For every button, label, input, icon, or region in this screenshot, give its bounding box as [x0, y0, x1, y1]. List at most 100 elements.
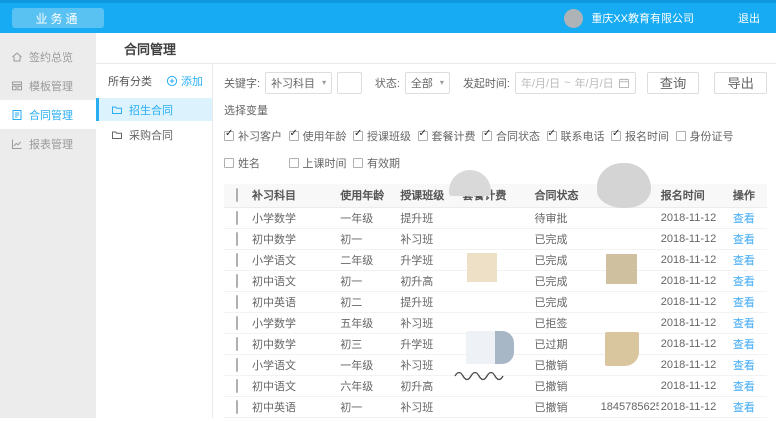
row-checkbox[interactable]	[236, 295, 238, 309]
cell-checkbox	[224, 333, 250, 354]
variable-checkbox[interactable]	[224, 131, 234, 141]
row-checkbox[interactable]	[236, 211, 238, 225]
variable-checkbox[interactable]	[289, 131, 299, 141]
view-link[interactable]: 查看	[733, 276, 755, 288]
variable-label: 使用年龄	[303, 128, 347, 144]
plus-circle-icon	[166, 75, 178, 87]
variable-checkbox[interactable]	[289, 158, 299, 168]
cell-status: 已撤销	[533, 375, 599, 396]
sidebar-item-home[interactable]: 签约总览	[0, 42, 96, 71]
view-link[interactable]: 查看	[733, 213, 755, 225]
category-item-0[interactable]: 招生合同	[96, 98, 212, 121]
cell-class-type: 补习班	[398, 228, 460, 249]
variable-option-row1-7[interactable]: 身份证号	[676, 128, 741, 144]
select-all-checkbox[interactable]	[236, 188, 238, 202]
variable-checkbox[interactable]	[353, 131, 363, 141]
calendar-icon	[618, 77, 630, 89]
row-checkbox[interactable]	[236, 379, 238, 393]
cell-checkbox	[224, 270, 250, 291]
variable-checkbox[interactable]	[418, 131, 428, 141]
variable-checkbox[interactable]	[611, 131, 621, 141]
cell-date: 2018-11-12	[659, 354, 731, 375]
variable-checkbox[interactable]	[676, 131, 686, 141]
row-checkbox[interactable]	[236, 400, 238, 414]
row-checkbox[interactable]	[236, 358, 238, 372]
cell-class-type: 补习班	[398, 312, 460, 333]
view-link[interactable]: 查看	[733, 402, 755, 414]
variable-option-row1-2[interactable]: 授课班级	[353, 128, 418, 144]
variable-option-row1-4[interactable]: 合同状态	[482, 128, 547, 144]
view-link[interactable]: 查看	[733, 381, 755, 393]
app-logo[interactable]: 业务通	[12, 8, 104, 28]
company-name: 重庆XX教育有限公司	[591, 10, 694, 26]
date-end-placeholder: 年/月/日	[575, 75, 614, 91]
variable-option-row2-2[interactable]: 有效期	[353, 155, 418, 171]
cell-phone	[599, 291, 659, 312]
variable-checkbox[interactable]	[547, 131, 557, 141]
cell-class-type: 初升高	[398, 375, 460, 396]
contracts-table: 补习科目使用年龄授课班级套餐计费合同状态联系电话报名时间操作 小学数学一年级提升…	[224, 184, 767, 418]
query-button[interactable]: 查询	[647, 72, 700, 94]
user-avatar[interactable]	[564, 9, 583, 28]
cell-class-type: 补习班	[398, 396, 460, 417]
cell-phone	[599, 207, 659, 228]
report-icon	[11, 138, 23, 150]
category-item-1[interactable]: 采购合同	[96, 123, 212, 146]
variable-option-row2-1[interactable]: 上课时间	[289, 155, 354, 171]
table-row: 初中数学初一补习班已完成2018-11-12查看	[224, 228, 767, 249]
variable-checkbox[interactable]	[353, 158, 363, 168]
keyword-input[interactable]	[343, 77, 356, 89]
cell-age: 初三	[338, 333, 398, 354]
status-select[interactable]: 全部 ▾	[405, 72, 450, 94]
page-title: 合同管理	[96, 33, 776, 64]
variable-option-row1-0[interactable]: 补习客户	[224, 128, 289, 144]
variable-option-row1-5[interactable]: 联系电话	[547, 128, 612, 144]
table-row: 小学数学一年级提升班待审批2018-11-12查看	[224, 207, 767, 228]
view-link[interactable]: 查看	[733, 318, 755, 330]
export-button[interactable]: 导出	[714, 72, 767, 94]
cell-phone	[599, 375, 659, 396]
sidebar-item-report[interactable]: 报表管理	[0, 129, 96, 158]
view-link[interactable]: 查看	[733, 297, 755, 309]
variable-selector: 选择变量 补习客户使用年龄授课班级套餐计费合同状态联系电话报名时间身份证号 姓名…	[224, 101, 767, 182]
variable-checkbox[interactable]	[224, 158, 234, 168]
cell-subject: 初中语文	[250, 375, 338, 396]
column-header: 联系电话	[599, 184, 659, 207]
add-category-button[interactable]: 添加	[166, 73, 203, 89]
date-range-picker[interactable]: 年/月/日 ~ 年/月/日	[515, 72, 636, 94]
variable-label: 合同状态	[496, 128, 540, 144]
caret-down-icon: ▾	[322, 78, 326, 87]
keyword-type-select[interactable]: 补习科目 ▾	[265, 72, 332, 94]
view-link[interactable]: 查看	[733, 255, 755, 267]
variable-option-row1-3[interactable]: 套餐计费	[418, 128, 483, 144]
variable-checkbox[interactable]	[482, 131, 492, 141]
cell-age: 初一	[338, 396, 398, 417]
row-checkbox[interactable]	[236, 253, 238, 267]
row-checkbox[interactable]	[236, 337, 238, 351]
variable-option-row1-6[interactable]: 报名时间	[611, 128, 676, 144]
cell-class-type: 升学班	[398, 249, 460, 270]
cell-subject: 小学语文	[250, 249, 338, 270]
cell-age: 五年级	[338, 312, 398, 333]
view-link[interactable]: 查看	[733, 234, 755, 246]
view-link[interactable]: 查看	[733, 339, 755, 351]
cell-checkbox	[224, 249, 250, 270]
view-link[interactable]: 查看	[733, 360, 755, 372]
variable-option-row1-1[interactable]: 使用年龄	[289, 128, 354, 144]
cell-class-type: 补习班	[398, 354, 460, 375]
sidebar-item-contract[interactable]: 合同管理	[0, 100, 96, 129]
contract-icon	[11, 109, 23, 121]
variable-option-row2-0[interactable]: 姓名	[224, 155, 289, 171]
row-checkbox[interactable]	[236, 274, 238, 288]
date-label: 发起时间:	[463, 75, 510, 91]
sidebar-item-label: 合同管理	[29, 107, 73, 123]
column-header: 使用年龄	[338, 184, 398, 207]
folder-icon	[111, 104, 123, 116]
cell-subject: 小学语文	[250, 354, 338, 375]
row-checkbox[interactable]	[236, 316, 238, 330]
row-checkbox[interactable]	[236, 232, 238, 246]
logout-link[interactable]: 退出	[738, 10, 760, 26]
variable-label: 身份证号	[690, 128, 734, 144]
cell-checkbox	[224, 312, 250, 333]
sidebar-item-template[interactable]: 模板管理	[0, 71, 96, 100]
